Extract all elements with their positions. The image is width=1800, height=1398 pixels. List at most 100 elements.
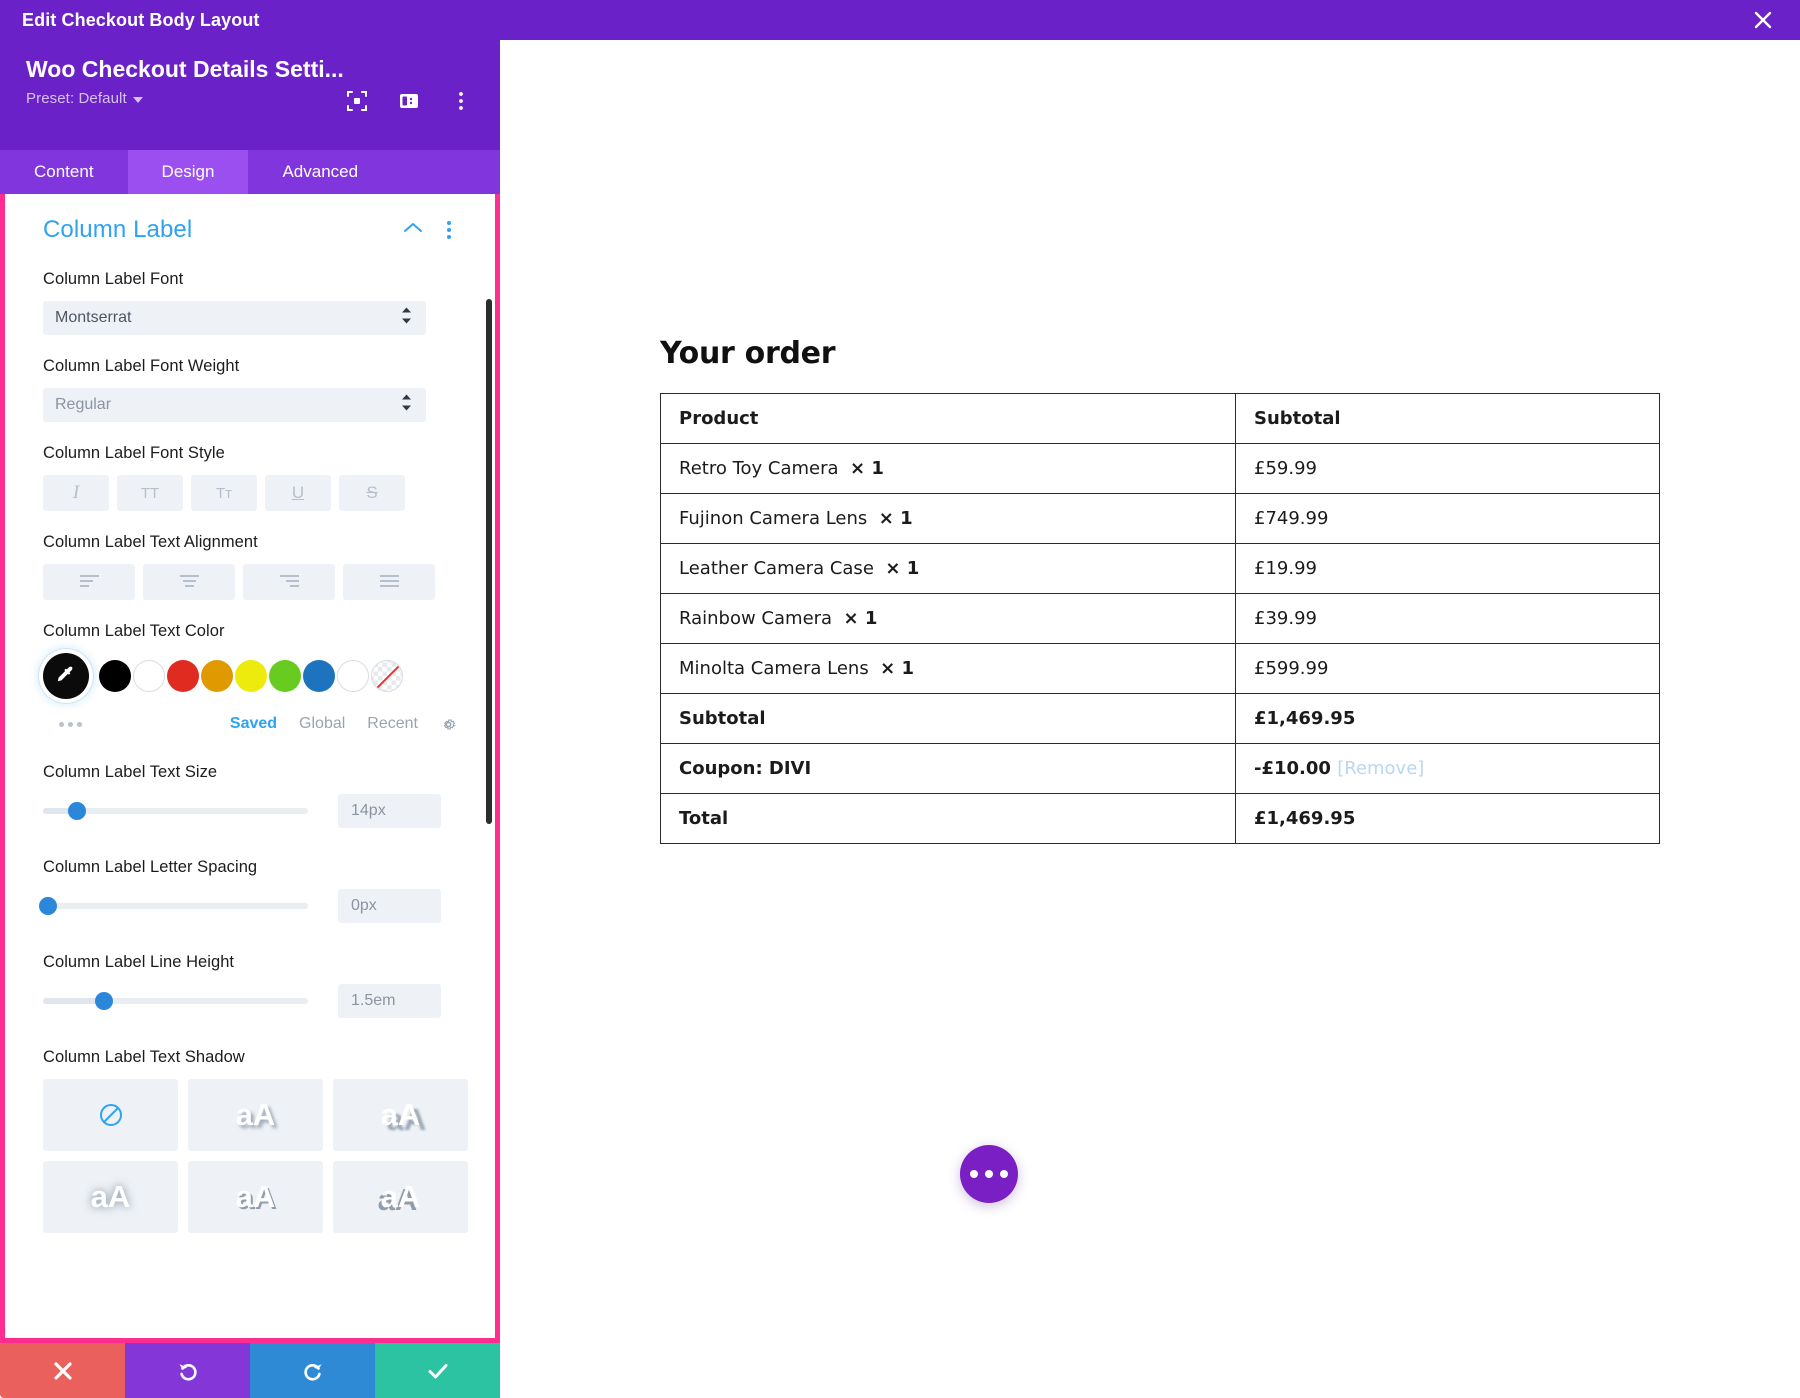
product-qty: × 1 [849,458,884,479]
focus-target-icon[interactable] [346,90,368,112]
column-label-font-select[interactable]: Montserrat [43,301,426,335]
text-size-slider-handle[interactable] [68,802,86,820]
uppercase-button[interactable]: TT [117,475,183,511]
text-shadow-preset-4[interactable]: aA [188,1161,323,1233]
text-alignment-button-group [43,564,457,600]
text-size-slider[interactable] [43,802,308,820]
align-justify-button[interactable] [343,564,435,600]
text-shadow-preset-grid: aA aA aA aA aA [43,1079,468,1233]
tab-advanced[interactable]: Advanced [248,150,393,194]
text-shadow-preset-3[interactable]: aA [43,1161,178,1233]
field-column-label-text-color: Column Label Text Color Saved Global Rec… [43,622,457,733]
line-height-input[interactable]: 1.5em [338,984,441,1018]
letter-spacing-slider-handle[interactable] [39,897,57,915]
tab-design[interactable]: Design [127,150,249,194]
table-row-subtotal: Subtotal £1,469.95 [660,693,1660,744]
color-swatch-blue[interactable] [303,660,335,692]
text-shadow-preset-5[interactable]: aA [333,1161,468,1233]
save-changes-button[interactable] [375,1343,500,1398]
text-size-input[interactable]: 14px [338,794,441,828]
field-column-label-font-style: Column Label Font Style I TT Tᴛ U S [43,444,457,511]
field-column-label-text-shadow: Column Label Text Shadow aA aA aA aA aA [43,1048,468,1233]
column-label-font-value: Montserrat [55,309,132,326]
design-settings-panel: Column Label Column Label Font Montserra… [5,194,495,1338]
page-preview: Your order Product Subtotal Retro Toy Ca… [500,40,1800,1398]
more-options-button[interactable] [960,1145,1018,1203]
settings-tabs: Content Design Advanced [0,150,500,194]
color-swatch-transparent[interactable] [371,660,403,692]
field-column-label-font-weight: Column Label Font Weight Regular [43,357,457,422]
letter-spacing-slider[interactable] [39,897,308,915]
top-bar-title: Edit Checkout Body Layout [22,9,260,30]
color-tab-saved[interactable]: Saved [230,715,277,733]
order-review-section: Your order Product Subtotal Retro Toy Ca… [660,336,1660,844]
panel-layout-icon[interactable] [398,90,420,112]
settings-panel-frame: Column Label Column Label Font Montserra… [0,194,500,1343]
redo-button[interactable] [250,1343,375,1398]
color-swatch-yellow[interactable] [235,660,267,692]
smallcaps-button[interactable]: Tᴛ [191,475,257,511]
underline-button[interactable]: U [265,475,331,511]
table-row: Retro Toy Camera × 1 £59.99 [660,443,1660,494]
text-shadow-preset-none[interactable] [43,1079,178,1151]
color-tab-recent[interactable]: Recent [367,715,418,733]
align-right-button[interactable] [243,564,335,600]
module-settings-modal: Woo Checkout Details Setti... Preset: De… [0,40,500,1398]
text-shadow-preset-1[interactable]: aA [188,1079,323,1151]
settings-panel-scrollbar[interactable] [486,299,492,824]
line-height-slider[interactable] [43,992,308,1010]
letter-spacing-input[interactable]: 0px [338,889,441,923]
cell-product-subtotal: £749.99 [1235,493,1660,544]
align-left-icon [79,575,99,587]
line-height-slider-handle[interactable] [95,992,113,1010]
section-header-column-label: Column Label [43,216,457,244]
underline-icon: U [291,483,305,502]
order-review-table: Product Subtotal Retro Toy Camera × 1 £5… [660,393,1660,844]
cancel-changes-button[interactable] [0,1343,125,1398]
spinner-icon [401,307,412,330]
preset-label: Preset: Default [26,90,127,108]
module-title: Woo Checkout Details Setti... [26,56,344,82]
cell-product-subtotal: £19.99 [1235,543,1660,594]
gear-icon[interactable] [440,716,457,733]
cell-coupon-value: -£10.00 [Remove] [1235,743,1660,794]
module-more-menu-icon[interactable] [450,90,472,112]
strikethrough-button[interactable]: S [339,475,405,511]
section-more-menu-icon[interactable] [441,218,457,242]
uppercase-icon: TT [140,484,160,502]
table-row-coupon: Coupon: DIVI -£10.00 [Remove] [660,743,1660,794]
color-swatch-orange[interactable] [201,660,233,692]
more-colors-icon[interactable] [59,721,82,727]
field-column-label-font: Column Label Font Montserrat [43,270,457,335]
align-justify-icon [379,575,399,587]
preset-selector[interactable]: Preset: Default [26,90,143,107]
color-swatch-black[interactable] [99,660,131,692]
eyedropper-button[interactable] [43,653,89,699]
column-label-font-weight-value: Regular [55,396,112,413]
smallcaps-icon: Tᴛ [215,484,233,502]
remove-coupon-link[interactable]: [Remove] [1337,758,1424,779]
color-swatch-white[interactable] [133,660,165,692]
color-tab-global[interactable]: Global [299,715,345,733]
align-right-icon [279,575,299,587]
modal-action-bar [0,1343,500,1398]
italic-button[interactable]: I [43,475,109,511]
strikethrough-icon: S [366,483,378,502]
tab-content[interactable]: Content [0,150,128,194]
column-label-font-weight-select[interactable]: Regular [43,388,426,422]
color-swatch-white-2[interactable] [337,660,369,692]
color-swatch-red[interactable] [167,660,199,692]
product-qty: × 1 [843,608,878,629]
chevron-up-icon[interactable] [403,221,423,239]
align-center-button[interactable] [143,564,235,600]
checkmark-icon [428,1363,447,1378]
close-icon[interactable] [1750,7,1776,33]
undo-button[interactable] [125,1343,250,1398]
align-left-button[interactable] [43,564,135,600]
text-shadow-preset-2[interactable]: aA [333,1079,468,1151]
color-swatch-green[interactable] [269,660,301,692]
label-column-label-line-height: Column Label Line Height [43,953,235,971]
close-icon [53,1361,72,1380]
modal-header: Woo Checkout Details Setti... Preset: De… [0,40,500,150]
product-qty: × 1 [880,658,915,679]
